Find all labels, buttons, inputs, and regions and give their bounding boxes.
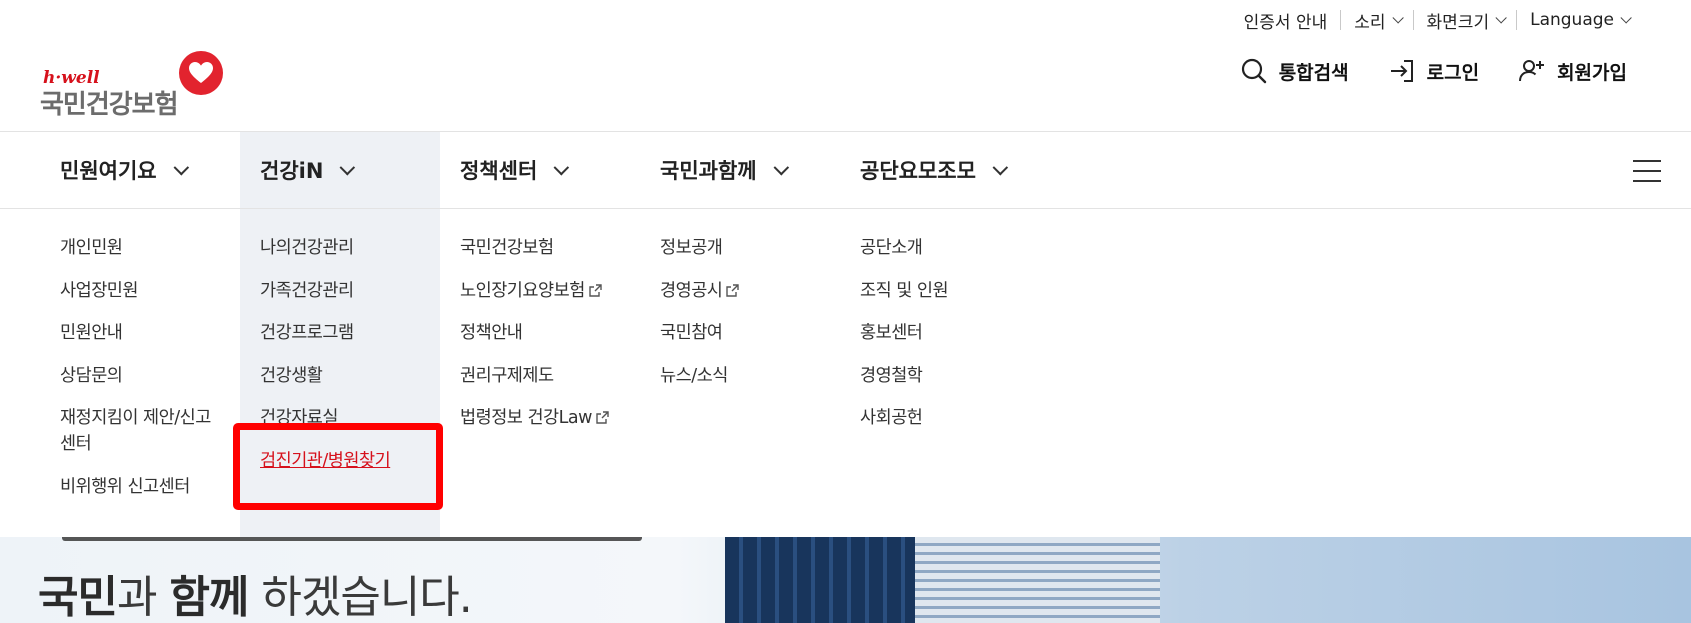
dropdown-item[interactable]: 건강자료실	[260, 405, 440, 431]
hamburger-menu-icon[interactable]	[1633, 160, 1661, 182]
dropdown-item[interactable]: 법령정보 건강Law	[460, 405, 640, 431]
dropdown-item[interactable]: 공단소개	[860, 235, 1040, 261]
gnb-menu-health-in[interactable]: 건강iN	[260, 132, 356, 208]
external-link-icon	[596, 411, 609, 424]
building-image	[915, 537, 1160, 623]
chevron-down-icon	[1495, 12, 1507, 24]
dropdown-item[interactable]: 사회공헌	[860, 405, 1040, 431]
site-logo[interactable]: h·well 국민건강보험	[40, 46, 230, 120]
dropdown-item[interactable]: 상담문의	[60, 363, 240, 389]
logo-name: 국민건강보험	[40, 90, 179, 120]
dropdown-item[interactable]: 나의건강관리	[260, 235, 440, 261]
chevron-down-icon	[553, 159, 570, 175]
utility-sound[interactable]: 소리	[1340, 10, 1412, 33]
search-icon	[1241, 58, 1266, 84]
gnb-menu-with-citizens[interactable]: 국민과함께	[660, 132, 789, 208]
dropdown-item[interactable]: 뉴스/소식	[660, 363, 840, 389]
utility-cert-guide[interactable]: 인증서 안내	[1231, 10, 1341, 33]
dropdown-item[interactable]: 재정지킴이 제안/신고센터	[60, 405, 225, 457]
dropdown-item[interactable]: 건강프로그램	[260, 320, 440, 346]
dropdown-column-policy-center: 국민건강보험 노인장기요양보험 정책안내 권리구제제도 법령정보 건강Law	[460, 235, 640, 448]
mega-menu-dropdown: 개인민원 사업장민원 민원안내 상담문의 재정지킴이 제안/신고센터 비위행위 …	[0, 209, 1691, 537]
dropdown-item-hospital-search[interactable]: 검진기관/병원찾기	[260, 448, 440, 474]
chevron-down-icon	[992, 159, 1009, 175]
utility-language[interactable]: Language	[1516, 10, 1641, 30]
header-actions: 통합검색 로그인 회원가입	[1239, 56, 1627, 86]
dropdown-item[interactable]: 건강생활	[260, 363, 440, 389]
chevron-down-icon	[773, 159, 789, 175]
dropdown-item[interactable]: 개인민원	[60, 235, 240, 261]
dropdown-item[interactable]: 국민건강보험	[460, 235, 640, 261]
dropdown-item[interactable]: 가족건강관리	[260, 278, 440, 304]
dropdown-item[interactable]: 경영철학	[860, 363, 1040, 389]
gnb-menu-civil[interactable]: 민원여기요	[60, 132, 189, 208]
hero-banner: 국민과 함께 하겠습니다.	[0, 537, 1691, 623]
external-link-icon	[726, 283, 740, 297]
utility-bar: 인증서 안내 소리 화면크기 Language	[1231, 0, 1691, 40]
signup-button[interactable]: 회원가입	[1517, 56, 1627, 86]
dropdown-item[interactable]: 권리구제제도	[460, 363, 640, 389]
login-icon	[1390, 60, 1413, 82]
chevron-down-icon	[173, 159, 189, 175]
chevron-down-icon	[1391, 12, 1404, 24]
dropdown-item[interactable]: 국민참여	[660, 320, 840, 346]
building-image	[725, 537, 915, 623]
user-plus-icon	[1519, 60, 1545, 82]
hero-headline: 국민과 함께 하겠습니다.	[38, 572, 473, 623]
heart-logo-icon	[179, 51, 223, 95]
dropdown-item[interactable]: 정책안내	[460, 320, 640, 346]
dropdown-item[interactable]: 비위행위 신고센터	[60, 474, 240, 500]
hero-text-cutoff	[62, 537, 642, 541]
external-link-icon	[589, 283, 602, 297]
dropdown-item[interactable]: 경영공시	[660, 278, 840, 304]
dropdown-column-about-nhis: 공단소개 조직 및 인원 홍보센터 경영철학 사회공헌	[860, 235, 1040, 448]
dropdown-item[interactable]: 조직 및 인원	[860, 278, 1040, 304]
dropdown-item[interactable]: 사업장민원	[60, 278, 240, 304]
dropdown-column-health-in: 나의건강관리 가족건강관리 건강프로그램 건강생활 건강자료실 검진기관/병원찾…	[260, 235, 440, 490]
dropdown-item[interactable]: 홍보센터	[860, 320, 1040, 346]
chevron-down-icon	[1620, 12, 1632, 24]
dropdown-column-with-citizens: 정보공개 경영공시 국민참여 뉴스/소식	[660, 235, 840, 405]
utility-screen-size[interactable]: 화면크기	[1412, 10, 1517, 33]
global-nav: 민원여기요 건강iN 정책센터 국민과함께 공단요모조모	[0, 131, 1691, 209]
dropdown-item[interactable]: 민원안내	[60, 320, 240, 346]
gnb-menu-about-nhis[interactable]: 공단요모조모	[860, 132, 1009, 208]
login-button[interactable]: 로그인	[1387, 56, 1479, 86]
search-button[interactable]: 통합검색	[1239, 56, 1349, 86]
gnb-menu-policy-center[interactable]: 정책센터	[460, 132, 570, 208]
dropdown-item[interactable]: 노인장기요양보험	[460, 278, 640, 304]
dropdown-column-civil: 개인민원 사업장민원 민원안내 상담문의 재정지킴이 제안/신고센터 비위행위 …	[60, 235, 240, 516]
dropdown-item[interactable]: 정보공개	[660, 235, 840, 261]
